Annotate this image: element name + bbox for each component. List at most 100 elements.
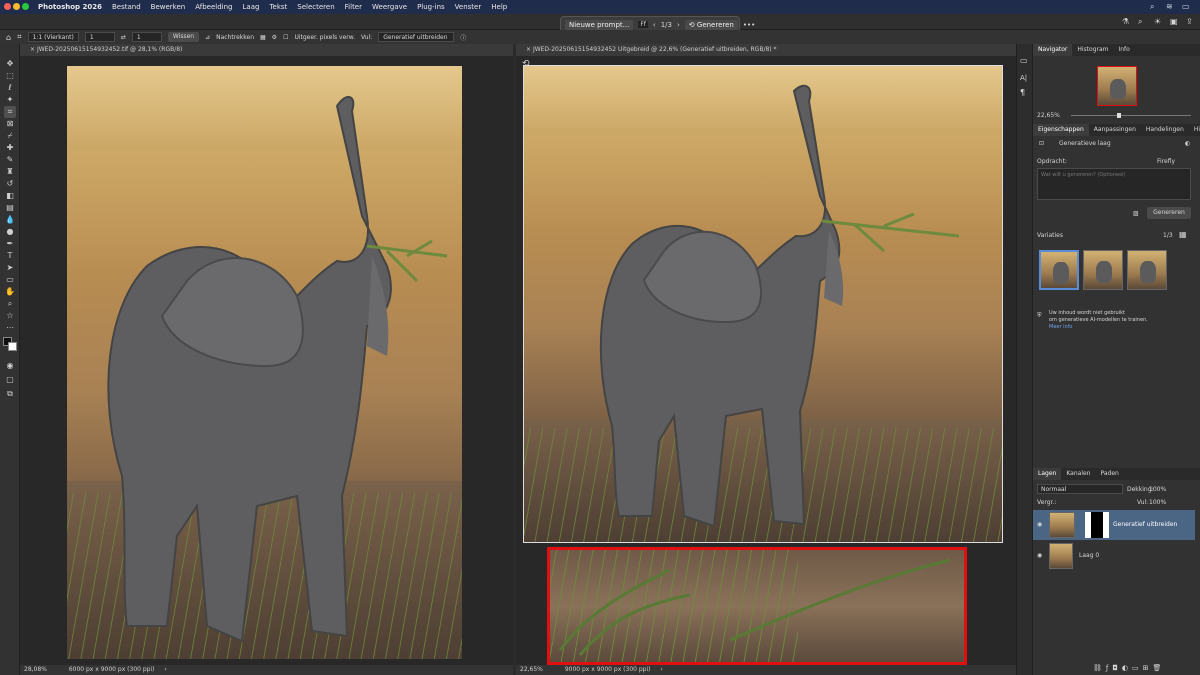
document-tab-right[interactable]: × JWED-20250615154932452 Uitgebreid @ 22… [516,44,1016,56]
info-icon[interactable]: ⓘ [460,33,466,42]
healing-brush-icon[interactable]: ✚ [4,142,16,154]
link-icon[interactable]: ⛓ [1093,664,1106,672]
fill-value[interactable]: 100% [1149,499,1166,506]
paragraph-icon[interactable]: ¶ [1020,88,1025,97]
height-input[interactable]: 1 [131,32,162,42]
blur-tool-icon[interactable]: 💧 [4,214,16,226]
visibility-eye-icon[interactable]: ◉ [1037,552,1042,559]
flask-icon[interactable]: ⚗ [1122,17,1129,26]
expand-checkbox[interactable]: ☐ [283,34,288,41]
menu-select[interactable]: Selecteren [297,3,334,11]
menu-filter[interactable]: Filter [345,3,362,11]
workspace-icon[interactable]: ▣ [1170,17,1178,26]
search-icon[interactable]: ⌕ [1150,2,1154,12]
minimize-window-button[interactable] [13,3,20,10]
properties-generate-button[interactable]: Genereren [1147,207,1191,219]
home-icon[interactable]: ⌂ [6,33,11,42]
tab-properties[interactable]: Eigenschappen [1033,124,1089,136]
tab-history[interactable]: Historie [1189,124,1200,136]
chevron-right-icon[interactable]: › [677,21,680,29]
toggle-icon[interactable]: ◐ [1185,140,1190,147]
brush-tool-icon[interactable]: ✎ [4,154,16,166]
layer-name[interactable]: Generatief uitbreiden [1113,521,1177,528]
layer-name[interactable]: Laag 0 [1079,552,1099,559]
type-tool-icon[interactable]: T [4,250,16,262]
variation-thumb-2[interactable] [1083,250,1123,290]
gradient-tool-icon[interactable]: ▤ [4,202,16,214]
navigator-thumbnail[interactable] [1097,66,1137,106]
clear-button[interactable]: Wissen [167,32,200,42]
move-tool-icon[interactable]: ✥ [4,58,16,70]
artboard-icon[interactable]: ⧉ [4,388,16,400]
chevron-right-icon[interactable]: › [660,666,662,673]
share-icon[interactable]: ⇪ [1186,17,1193,26]
marquee-tool-icon[interactable]: ⬚ [4,70,16,82]
trash-icon[interactable]: 🗑 [1153,664,1166,672]
grid-view-icon[interactable]: ▦ [1179,230,1187,239]
menu-layer[interactable]: Laag [243,3,260,11]
model-select[interactable]: Firefly [1157,158,1175,165]
tab-actions[interactable]: Handelingen [1141,124,1189,136]
lasso-tool-icon[interactable]: ℓ [4,82,16,94]
more-options-button[interactable]: ••• [743,21,755,29]
tab-info[interactable]: Info [1113,44,1134,56]
character-icon[interactable]: A| [1020,74,1027,82]
layer-row-base[interactable]: ◉ Laag 0 [1033,542,1195,570]
tab-histogram[interactable]: Histogram [1072,44,1113,56]
reference-image-icon[interactable]: ▨ [1133,210,1139,217]
close-window-button[interactable] [4,3,11,10]
tab-channels[interactable]: Kanalen [1061,468,1095,480]
straighten-icon[interactable]: ⊿ [205,34,210,41]
width-input[interactable]: 1 [84,32,115,42]
canvas-left[interactable] [20,56,513,665]
dodge-tool-icon[interactable]: ● [4,226,16,238]
canvas-right[interactable]: ⟲ [516,56,1016,665]
frame-tool-icon[interactable]: ⊠ [4,118,16,130]
history-brush-icon[interactable]: ↺ [4,178,16,190]
new-layer-icon[interactable]: ⊞ [1143,664,1153,672]
search-icon[interactable]: ⌕ [1138,17,1142,27]
navigator-zoom[interactable]: 22,65% [1037,112,1060,119]
menu-view[interactable]: Weergave [372,3,407,11]
magic-wand-icon[interactable]: ✦ [4,94,16,106]
zoom-tool-icon[interactable]: ⌕ [4,298,16,310]
layer-row-generative[interactable]: ◉ Generatief uitbreiden [1033,510,1195,540]
pen-tool-icon[interactable]: ✒ [4,238,16,250]
prompt-textarea[interactable]: Wat wilt u genereren? (Optioneel) [1037,168,1191,200]
chevron-left-icon[interactable]: ‹ [653,21,656,29]
comment-icon[interactable]: ▭ [1020,56,1028,65]
close-tab-icon[interactable]: × [30,46,37,53]
eyedropper-icon[interactable]: ⌿ [4,130,16,142]
rectangle-tool-icon[interactable]: ▭ [4,274,16,286]
settings-gear-icon[interactable]: ⚙ [272,34,277,41]
generate-button[interactable]: ⟲ Genereren [684,19,738,30]
new-prompt-button[interactable]: Nieuwe prompt... [565,19,634,30]
mask-icon[interactable]: ◘ [1112,664,1122,672]
crop-tool-icon[interactable]: ⌗ [17,32,22,42]
fill-select[interactable]: Generatief uitbreiden [378,32,455,42]
menu-type[interactable]: Tekst [269,3,287,11]
lightbulb-icon[interactable]: ☀ [1154,17,1161,26]
chevron-right-icon[interactable]: › [164,666,166,673]
document-tab-left[interactable]: × JWED-20250615154932452.tif @ 28,1% (RG… [20,44,513,56]
blend-mode-select[interactable]: Normaal [1037,484,1123,494]
grid-overlay-icon[interactable]: ▦ [260,34,266,41]
path-select-icon[interactable]: ➤ [4,262,16,274]
navigator-zoom-slider[interactable] [1071,115,1191,116]
ratio-select[interactable]: 1:1 (Vierkant) [27,32,79,42]
background-color-swatch[interactable] [8,342,17,351]
more-tools-icon[interactable]: ⋯ [4,322,16,334]
opacity-value[interactable]: 100% [1149,486,1166,493]
tab-navigator[interactable]: Navigator [1033,44,1073,56]
close-tab-icon[interactable]: × [526,46,533,53]
menu-image[interactable]: Afbeelding [195,3,232,11]
variation-thumb-1[interactable] [1039,250,1079,290]
hand-tool-icon[interactable]: ✋ [4,286,16,298]
menu-file[interactable]: Bestand [112,3,141,11]
notice-link[interactable]: Meer info [1049,324,1073,330]
layer-mask-thumbnail[interactable] [1085,512,1109,538]
crop-tool-icon[interactable]: ⌗ [4,106,16,118]
adjustment-icon[interactable]: ◐ [1122,664,1132,672]
star-icon[interactable]: ☆ [4,310,16,322]
tab-adjustments[interactable]: Aanpassingen [1089,124,1141,136]
